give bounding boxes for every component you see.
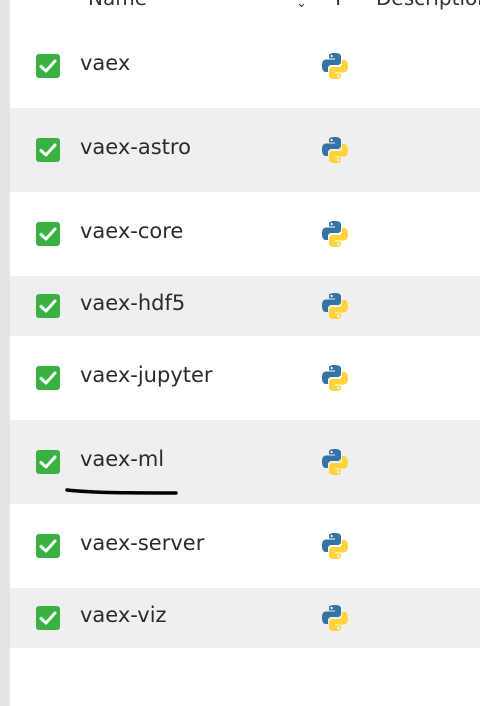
package-checkbox[interactable] [36,294,60,318]
package-name: vaex-jupyter [80,363,213,387]
package-checkbox[interactable] [36,222,60,246]
python-icon [320,219,350,249]
column-header-name[interactable]: Name [88,0,147,10]
package-table: vaex vaex-astro vaex-core vaex-hdf5 vaex-jup… [10,24,480,648]
table-row[interactable]: vaex-astro [10,108,480,192]
checkmark-icon [39,299,57,313]
table-row[interactable]: vaex-hdf5 [10,276,480,336]
python-icon [320,363,350,393]
package-name: vaex-viz [80,603,167,627]
table-row[interactable]: vaex-server [10,504,480,588]
table-header: Name ⌄ T Description [10,0,480,24]
checkmark-icon [39,59,57,73]
table-row[interactable]: vaex-viz [10,588,480,648]
package-checkbox[interactable] [36,366,60,390]
checkmark-icon [39,227,57,241]
package-name: vaex-server [80,531,205,555]
left-rail [0,0,10,706]
checkmark-icon [39,455,57,469]
python-icon [320,603,350,633]
python-icon [320,447,350,477]
column-header-type[interactable]: T [332,0,344,10]
python-icon [320,531,350,561]
package-checkbox[interactable] [36,450,60,474]
checkmark-icon [39,539,57,553]
underline-annotation [65,488,178,495]
package-name: vaex-core [80,219,184,243]
package-checkbox[interactable] [36,534,60,558]
table-row[interactable]: vaex-core [10,192,480,276]
sort-chevron-icon[interactable]: ⌄ [296,0,307,11]
package-checkbox[interactable] [36,54,60,78]
table-row[interactable]: vaex-jupyter [10,336,480,420]
checkmark-icon [39,611,57,625]
package-checkbox[interactable] [36,138,60,162]
package-name: vaex-ml [80,447,165,471]
package-name: vaex-astro [80,135,191,159]
checkmark-icon [39,371,57,385]
checkmark-icon [39,143,57,157]
python-icon [320,135,350,165]
table-row[interactable]: vaex [10,24,480,108]
python-icon [320,291,350,321]
package-name: vaex [80,51,131,75]
package-checkbox[interactable] [36,606,60,630]
python-icon [320,51,350,81]
package-name: vaex-hdf5 [80,291,186,315]
column-header-description[interactable]: Description [376,0,480,10]
